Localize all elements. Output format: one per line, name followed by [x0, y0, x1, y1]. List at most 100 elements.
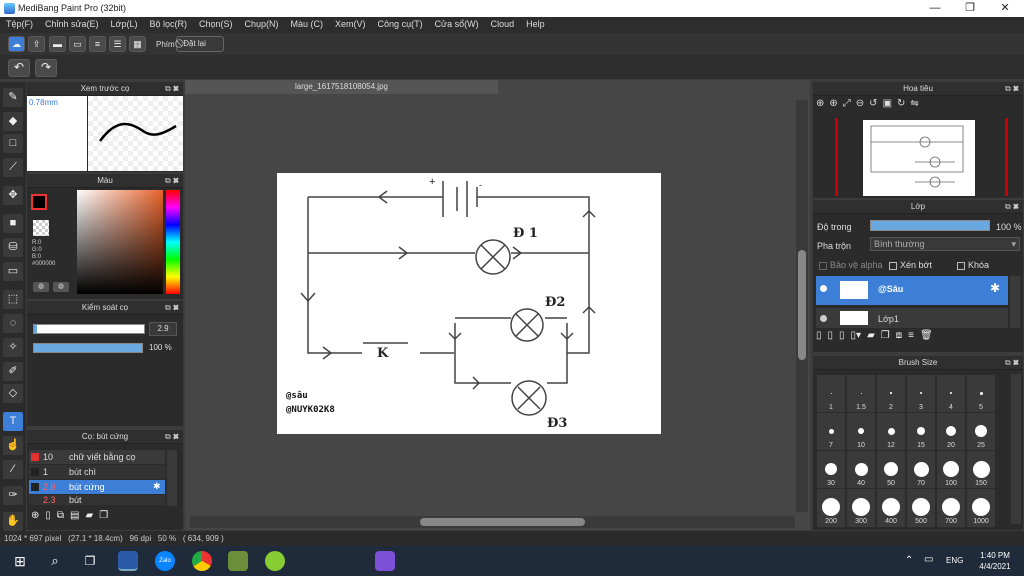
layer-row-selected[interactable]: @Sâu ✱: [816, 276, 1008, 305]
panel-controls-icon[interactable]: ⧉ ✖: [165, 82, 179, 96]
brush-size-option[interactable]: 700: [936, 488, 966, 528]
fit-icon[interactable]: ⤢: [843, 98, 851, 116]
lock-checkbox[interactable]: Khóa: [957, 260, 989, 270]
hue-slider[interactable]: [166, 190, 180, 294]
menu-cloud[interactable]: Cloud: [485, 17, 521, 33]
dropper-icon[interactable]: ✑: [3, 486, 23, 505]
gear-icon[interactable]: ✱: [153, 481, 161, 492]
eyedropper-icon[interactable]: ⁄: [3, 460, 23, 479]
menu-file[interactable]: Tệp(F): [0, 17, 39, 33]
language-indicator[interactable]: ENG: [946, 556, 963, 565]
history-icon[interactable]: ◍: [53, 282, 69, 292]
menu-color[interactable]: Màu (C): [285, 17, 330, 33]
menu-edit[interactable]: Chỉnh sửa(E): [39, 17, 105, 33]
bucket-tool-icon[interactable]: ⛁: [3, 238, 23, 257]
document-icon[interactable]: ≡: [89, 36, 106, 52]
chrome-icon[interactable]: [192, 551, 212, 571]
folder-icon[interactable]: ▰: [867, 330, 875, 348]
undo-icon[interactable]: ↶: [8, 59, 30, 77]
rotate-left-icon[interactable]: ↺: [869, 98, 877, 116]
palette-icon[interactable]: ◍: [33, 282, 49, 292]
eraser-tool-icon[interactable]: ◆: [3, 112, 23, 131]
menu-view[interactable]: Xem(V): [329, 17, 372, 33]
menu-window[interactable]: Cửa sổ(W): [429, 17, 485, 33]
brush-item-selected[interactable]: 2.9 bút cứng ✱: [29, 480, 165, 494]
menu-snap[interactable]: Chụp(N): [239, 17, 285, 33]
brush-size-option[interactable]: 20: [936, 412, 966, 452]
select-pen-icon[interactable]: ✐: [3, 362, 23, 381]
menu-help[interactable]: Help: [520, 17, 551, 33]
layer-row[interactable]: Lớp1: [816, 308, 1008, 328]
blend-mode-select[interactable]: Bình thường ▾: [870, 237, 1020, 251]
brush-size-option[interactable]: 70: [906, 450, 936, 490]
grid-icon[interactable]: ▦: [129, 36, 146, 52]
brush-size-option[interactable]: 10: [846, 412, 876, 452]
brush-size-option[interactable]: 30: [816, 450, 846, 490]
layer-scrollbar[interactable]: [1010, 276, 1020, 328]
brush-list-scrollbar[interactable]: [167, 450, 177, 506]
clipping-checkbox[interactable]: Xén bớt: [889, 260, 932, 270]
menu-layer[interactable]: Lớp(L): [105, 17, 144, 33]
canvas-image[interactable]: + - Đ 1 Đ2 Đ3 K @sâu @NUYK02K8: [277, 173, 661, 434]
comment-icon[interactable]: ▬: [49, 36, 66, 52]
brush-size-option[interactable]: 400: [876, 488, 906, 528]
cloud-icon[interactable]: ☁: [8, 36, 25, 52]
redo-icon[interactable]: ↷: [35, 59, 57, 77]
select-tool-icon[interactable]: ⬚: [3, 290, 23, 309]
brush-size-slider[interactable]: [33, 324, 145, 334]
trash-icon[interactable]: 🗑: [920, 330, 933, 348]
brush-size-option[interactable]: 1000: [966, 488, 996, 528]
list-icon[interactable]: ☰: [109, 36, 126, 52]
operation-tool-icon[interactable]: ☝: [3, 436, 23, 455]
minimize-button[interactable]: —: [920, 1, 950, 16]
gear-icon[interactable]: ✱: [990, 281, 1000, 295]
rectangle-tool-icon[interactable]: □: [3, 134, 23, 153]
fill-rect-tool-icon[interactable]: ■: [3, 214, 23, 233]
brush-size-option[interactable]: 1: [816, 374, 846, 414]
color-saturation-box[interactable]: [77, 190, 163, 294]
search-icon[interactable]: ⌕: [45, 551, 65, 571]
duplicate-icon[interactable]: ❐: [99, 510, 108, 526]
text-tool-icon[interactable]: T: [3, 412, 23, 431]
brush-size-option[interactable]: 40: [846, 450, 876, 490]
panel-controls-icon[interactable]: ⧉ ✖: [165, 430, 179, 444]
panel-controls-icon[interactable]: ⧉ ✖: [165, 174, 179, 188]
new-brush-icon[interactable]: ▯: [45, 510, 51, 526]
panel-controls-icon[interactable]: ⧉ ✖: [1005, 200, 1019, 214]
windows-start-icon[interactable]: ⊞: [10, 551, 30, 571]
merge-icon[interactable]: ⧈: [896, 330, 902, 348]
add-layer-icon[interactable]: ▯: [816, 330, 822, 348]
app-icon[interactable]: [265, 551, 285, 571]
brush-item[interactable]: 2.3 bút: [29, 495, 165, 505]
network-icon[interactable]: ▭: [924, 554, 933, 565]
vertical-scrollbar[interactable]: [796, 100, 808, 512]
eye-icon[interactable]: [820, 315, 827, 322]
document-tab[interactable]: large_1617518108054.jpg: [185, 80, 498, 94]
horizontal-scrollbar[interactable]: [190, 516, 795, 528]
zoom-in-icon[interactable]: ⊕: [829, 98, 837, 116]
rotate-right-icon[interactable]: ↻: [897, 98, 905, 116]
chevron-up-icon[interactable]: ⌃: [905, 555, 913, 566]
flip-icon[interactable]: ⇋: [910, 98, 918, 116]
anime-app-icon[interactable]: [375, 551, 395, 571]
navigator-thumbnail[interactable]: [863, 120, 975, 196]
zalo-icon[interactable]: Zalo: [155, 551, 175, 571]
brush-size-option[interactable]: 15: [906, 412, 936, 452]
brush-size-option[interactable]: 50: [876, 450, 906, 490]
add-layer-1bit-icon[interactable]: ▯: [839, 330, 845, 348]
brush-size-option[interactable]: 100: [936, 450, 966, 490]
brush-size-option[interactable]: 150: [966, 450, 996, 490]
clock[interactable]: 1:40 PM 4/4/2021: [975, 550, 1015, 572]
gradient-tool-icon[interactable]: ▭: [3, 262, 23, 281]
menu-filter[interactable]: Bộ lọc(R): [143, 17, 193, 33]
reset-view-icon[interactable]: ▣: [883, 98, 892, 116]
folder-icon[interactable]: ▰: [86, 510, 94, 526]
layer-menu-icon[interactable]: ≡: [908, 330, 914, 348]
brush-size-value[interactable]: 2.9: [149, 322, 177, 336]
brush-opacity-slider[interactable]: [33, 343, 143, 353]
add-halftone-icon[interactable]: ▯▾: [851, 330, 862, 348]
panel-controls-icon[interactable]: ⧉ ✖: [1005, 82, 1019, 96]
add-brush-icon[interactable]: ⊕: [31, 510, 39, 526]
menu-tools[interactable]: Công cụ(T): [372, 17, 429, 33]
brush-size-option[interactable]: 4: [936, 374, 966, 414]
